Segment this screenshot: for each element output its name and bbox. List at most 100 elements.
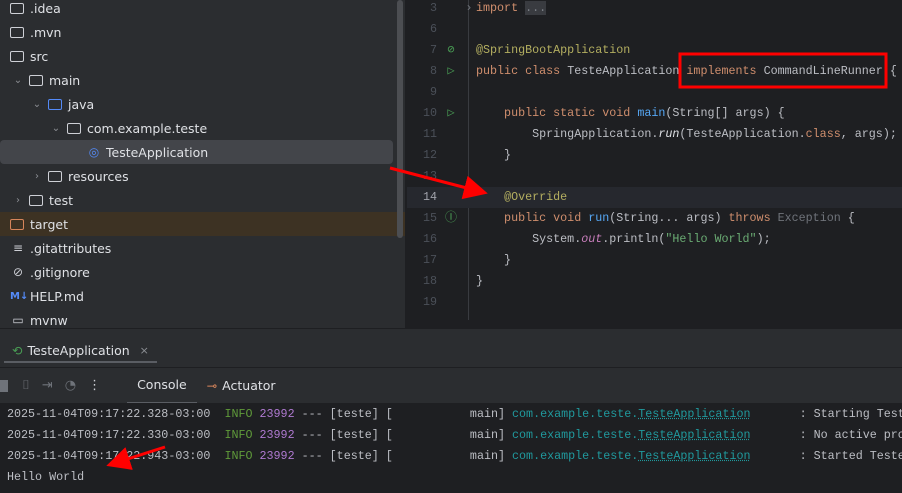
line-number: 9 — [407, 82, 437, 103]
tree-item-mvnw[interactable]: ▭mvnw — [0, 308, 395, 328]
code-editor[interactable]: 3›import ...67⊘@SpringBootApplication8▷p… — [407, 0, 902, 328]
code-token: public class — [476, 64, 567, 78]
code-line[interactable]: 9 — [407, 82, 902, 103]
tree-item-idea[interactable]: .idea — [0, 0, 395, 20]
restore-layout-icon[interactable]: ⇥ — [42, 378, 53, 393]
code-line[interactable]: 3›import ... — [407, 0, 902, 19]
log-pid: 23992 — [260, 407, 295, 421]
code-token: run — [588, 211, 609, 225]
code-token: .println( — [602, 232, 665, 246]
log-line: 2025-11-04T09:17:22.328-03:00 INFO 23992… — [7, 404, 902, 425]
screenshot-icon[interactable]: ⌷ — [22, 378, 30, 393]
tree-item-java[interactable]: ⌄java — [0, 92, 395, 116]
tree-item-test[interactable]: › test — [0, 188, 395, 212]
line-number: 14 — [407, 187, 437, 208]
tree-item-TesteApplication[interactable]: ◎TesteApplication — [0, 140, 393, 164]
tree-item-gitattributes[interactable]: ≡.gitattributes — [0, 236, 395, 260]
log-class-link[interactable]: TesteApplication — [638, 407, 750, 421]
code-line[interactable]: 18} — [407, 271, 902, 292]
tab-console[interactable]: Console — [127, 368, 197, 404]
more-options-icon[interactable]: ⋮ — [88, 378, 101, 393]
code-token: run — [658, 127, 679, 141]
chevron-right-icon[interactable]: › — [30, 171, 44, 182]
spring-class-icon: ◎ — [86, 145, 102, 159]
log-line: 2025-11-04T09:17:22.330-03:00 INFO 23992… — [7, 425, 902, 446]
ignore-file-icon: ⊘ — [10, 265, 26, 279]
code-text: @Override — [476, 187, 567, 208]
tree-item-label: test — [49, 193, 73, 208]
run-icon[interactable]: ▷ — [443, 61, 459, 82]
markdown-file-icon: M↓ — [10, 291, 26, 302]
code-token: implements — [686, 64, 763, 78]
line-number: 12 — [407, 145, 437, 166]
run-icon[interactable]: ▷ — [443, 103, 459, 124]
log-class-name[interactable]: TesteApplication — [638, 428, 750, 442]
actuator-icon: ⊸ — [207, 378, 217, 393]
chevron-down-icon[interactable]: ⌄ — [11, 75, 25, 86]
code-token: throws — [729, 211, 778, 225]
run-toolbar: ⌷ ⇥ ◔ ⋮ Console ⊸Actuator — [0, 367, 902, 403]
code-token: { — [890, 64, 897, 78]
close-icon[interactable]: × — [140, 344, 149, 357]
profiler-icon[interactable]: ◔ — [65, 378, 76, 393]
tree-item-label: .gitignore — [30, 265, 90, 280]
implements-method-icon[interactable]: Ⓘ — [443, 208, 459, 229]
folder-icon — [10, 27, 24, 38]
fold-chevron-icon[interactable]: › — [461, 0, 477, 19]
tree-item-label: resources — [68, 169, 129, 184]
run-panel: ⟲ TesteApplication × ⌷ ⇥ ◔ ⋮ Console ⊸Ac… — [0, 328, 902, 492]
folder-icon — [29, 195, 43, 206]
console-output[interactable]: 2025-11-04T09:17:22.328-03:00 INFO 23992… — [0, 403, 902, 493]
resources-folder-icon — [48, 171, 62, 182]
tree-item-mvn[interactable]: .mvn — [0, 20, 395, 44]
tree-item-gitignore[interactable]: ⊘ .gitignore — [0, 260, 395, 284]
chevron-down-icon[interactable]: ⌄ — [30, 99, 44, 110]
code-line[interactable]: 14 @Override — [407, 187, 902, 208]
code-line[interactable]: 8▷public class TesteApplication implemen… — [407, 61, 902, 82]
tab-actuator[interactable]: ⊸Actuator — [197, 368, 286, 404]
code-line[interactable]: 6 — [407, 19, 902, 40]
line-number: 13 — [407, 166, 437, 187]
code-line[interactable]: 13 — [407, 166, 902, 187]
code-text: @SpringBootApplication — [476, 40, 630, 61]
project-tree: .idea.mvnsrc⌄main⌄java⌄com.example.teste… — [0, 0, 405, 328]
folder-icon — [29, 75, 43, 86]
code-token: } — [476, 274, 483, 288]
code-line[interactable]: 10▷ public static void main(String[] arg… — [407, 103, 902, 124]
tree-item-label: target — [30, 217, 68, 232]
log-class-link[interactable]: TesteApplication — [638, 428, 750, 442]
spring-bean-icon[interactable]: ⊘ — [443, 40, 459, 61]
code-line[interactable]: 11 SpringApplication.run(TesteApplicatio… — [407, 124, 902, 145]
tree-item-resources[interactable]: › resources — [0, 164, 395, 188]
tree-item-src[interactable]: src — [0, 44, 395, 68]
code-line[interactable]: 19 — [407, 292, 902, 313]
code-token: out — [581, 232, 602, 246]
tree-item-main[interactable]: ⌄main — [0, 68, 395, 92]
tree-scrollbar[interactable] — [397, 0, 403, 238]
stop-icon[interactable] — [0, 380, 8, 392]
log-pid: 23992 — [260, 449, 295, 463]
code-text: System.out.println("Hello World"); — [476, 229, 771, 250]
code-token: public static void — [476, 106, 637, 120]
code-line[interactable]: 12 } — [407, 145, 902, 166]
log-class-link[interactable]: TesteApplication — [638, 449, 750, 463]
log-message: : Started Teste — [751, 449, 902, 463]
code-token: ... — [525, 1, 546, 15]
run-tab[interactable]: ⟲ TesteApplication × — [4, 339, 157, 363]
log-class-name[interactable]: TesteApplication — [638, 449, 750, 463]
code-text: public class TesteApplication implements… — [476, 61, 897, 82]
chevron-right-icon[interactable]: › — [11, 195, 25, 206]
code-line[interactable]: 16 System.out.println("Hello World"); — [407, 229, 902, 250]
line-number: 15 — [407, 208, 437, 229]
tree-item-target[interactable]: target — [0, 212, 405, 236]
code-line[interactable]: 15Ⓘ public void run(String... args) thro… — [407, 208, 902, 229]
tree-item-com-example-teste[interactable]: ⌄com.example.teste — [0, 116, 395, 140]
folder-orange-icon — [10, 219, 24, 230]
chevron-down-icon[interactable]: ⌄ — [49, 123, 63, 134]
code-line[interactable]: 7⊘@SpringBootApplication — [407, 40, 902, 61]
code-line[interactable]: 17 } — [407, 250, 902, 271]
tree-item-HELP-md[interactable]: M↓HELP.md — [0, 284, 395, 308]
line-number: 16 — [407, 229, 437, 250]
log-class-name[interactable]: TesteApplication — [638, 407, 750, 421]
log-level: INFO — [224, 428, 252, 442]
